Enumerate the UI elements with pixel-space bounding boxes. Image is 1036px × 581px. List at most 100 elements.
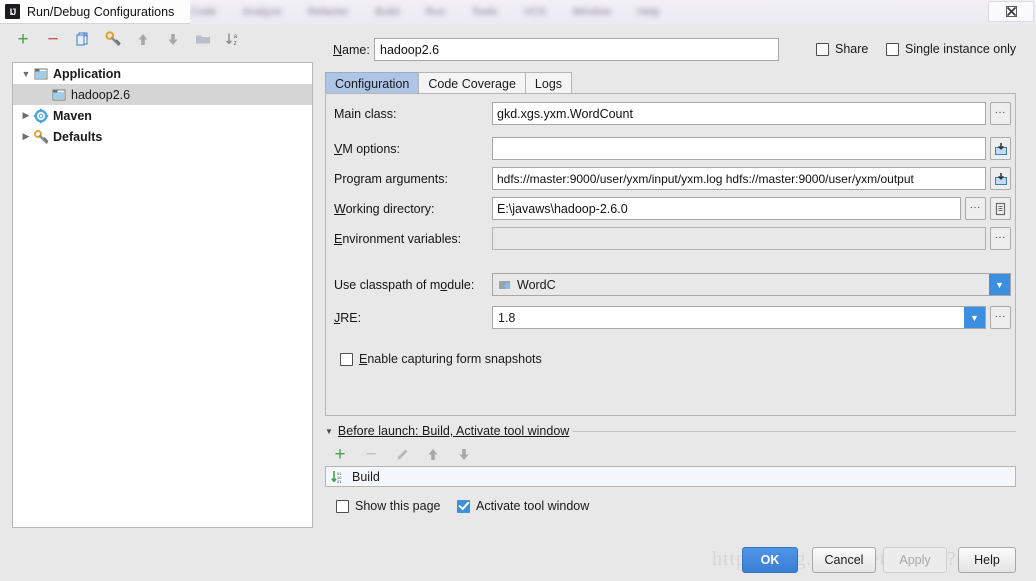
ellipsis-icon: ... xyxy=(969,200,982,211)
name-input[interactable]: hadoop2.6 xyxy=(374,38,779,61)
bg-menu-item: Help xyxy=(637,6,660,18)
ok-button-label: OK xyxy=(760,553,780,567)
show-this-page-checkbox-row[interactable]: Show this page xyxy=(336,499,440,513)
before-launch-header[interactable]: ▼ Before launch: Build, Activate tool wi… xyxy=(325,424,569,438)
jre-dropdown-arrow[interactable]: ▼ xyxy=(964,307,985,328)
classpath-module-value: WordC xyxy=(517,277,556,292)
tab-label: Logs xyxy=(534,76,563,91)
tree-node-maven[interactable]: ▶ Maven xyxy=(13,105,312,126)
move-task-up-button[interactable] xyxy=(423,444,443,464)
vm-options-expand-button[interactable] xyxy=(990,137,1011,160)
before-launch-toolbar: + − xyxy=(330,444,474,464)
main-class-value: gkd.xgs.yxm.WordCount xyxy=(497,106,633,121)
form-snapshots-checkbox-row[interactable]: Enable capturing form snapshots xyxy=(340,352,542,366)
help-button[interactable]: Help xyxy=(958,547,1016,573)
activate-tool-window-checkbox-row[interactable]: Activate tool window xyxy=(457,499,589,513)
defaults-icon xyxy=(33,129,49,145)
svg-text:01: 01 xyxy=(337,479,342,484)
program-arguments-input[interactable]: hdfs://master:9000/user/yxm/input/yxm.lo… xyxy=(492,167,986,190)
jre-browse-button[interactable]: ... xyxy=(990,306,1011,329)
expand-icon xyxy=(994,172,1007,185)
program-arguments-expand-button[interactable] xyxy=(990,167,1011,190)
bg-menu-item: Build xyxy=(375,6,400,18)
chevron-down-icon[interactable]: ▼ xyxy=(19,69,33,79)
working-directory-browse-button[interactable]: ... xyxy=(965,197,986,220)
module-icon xyxy=(498,278,512,292)
application-icon xyxy=(33,66,49,82)
show-this-page-checkbox[interactable] xyxy=(336,499,349,513)
classpath-module-dropdown-arrow[interactable]: ▼ xyxy=(989,274,1010,295)
environment-variables-label: Environment variables: xyxy=(334,232,462,246)
remove-task-button: − xyxy=(365,443,377,465)
main-class-browse-button[interactable]: ... xyxy=(990,102,1011,125)
vm-options-input[interactable] xyxy=(492,137,986,160)
before-launch-task-list[interactable]: 01 10 01 Build xyxy=(325,466,1016,487)
working-directory-macro-button[interactable] xyxy=(990,197,1011,220)
arrow-up-icon xyxy=(138,33,148,45)
application-icon xyxy=(51,87,67,103)
tree-node-label: hadoop2.6 xyxy=(71,87,131,102)
close-icon[interactable] xyxy=(988,1,1034,22)
move-down-button[interactable] xyxy=(163,29,183,49)
sort-az-icon: a z xyxy=(226,33,238,47)
wrench-icon xyxy=(105,31,121,46)
sort-alphabetically-button[interactable]: a z xyxy=(223,29,243,49)
tree-node-defaults[interactable]: ▶ Defaults xyxy=(13,126,312,147)
tree-node-label: Application xyxy=(53,66,122,81)
build-icon: 01 10 01 xyxy=(331,470,346,484)
arrow-down-icon xyxy=(168,33,178,45)
copy-configuration-button[interactable] xyxy=(73,29,93,49)
tree-node-label: Maven xyxy=(53,108,92,123)
program-arguments-value: hdfs://master:9000/user/yxm/input/yxm.lo… xyxy=(497,171,914,186)
working-directory-input[interactable]: E:\javaws\hadoop-2.6.0 xyxy=(492,197,961,220)
dialog-titlebar: IJ Run/Debug Configurations xyxy=(0,0,190,24)
share-checkbox[interactable] xyxy=(816,42,829,56)
bg-menu-item: Analyze xyxy=(242,6,282,18)
new-folder-button[interactable] xyxy=(193,29,213,49)
ellipsis-icon: ... xyxy=(994,105,1007,116)
before-launch-title: Before launch: Build, Activate tool wind… xyxy=(337,424,570,438)
svg-text:a: a xyxy=(234,33,238,40)
working-directory-label: Working directory: xyxy=(334,202,435,216)
cancel-button[interactable]: Cancel xyxy=(812,547,876,573)
tab-code-coverage[interactable]: Code Coverage xyxy=(418,72,526,94)
activate-tool-window-checkbox[interactable] xyxy=(457,499,470,513)
edit-defaults-button[interactable] xyxy=(103,29,123,49)
tab-configuration[interactable]: Configuration xyxy=(325,72,420,94)
vm-options-label: VM options: xyxy=(334,142,401,156)
form-snapshots-checkbox[interactable] xyxy=(340,352,353,366)
form-snapshots-label: Enable capturing form snapshots xyxy=(359,352,542,366)
ok-button[interactable]: OK xyxy=(742,547,798,573)
environment-variables-browse-button[interactable]: ... xyxy=(990,227,1011,250)
apply-button: Apply xyxy=(883,547,947,573)
configurations-tree[interactable]: ▼ Application hadoop2.6 ▶ Maven ▶ Defaul… xyxy=(12,62,313,528)
tree-node-hadoop26[interactable]: hadoop2.6 xyxy=(13,84,312,105)
macro-icon xyxy=(995,202,1006,215)
chevron-right-icon[interactable]: ▶ xyxy=(19,131,33,142)
jre-combo[interactable]: 1.8 ▼ xyxy=(492,306,986,329)
edit-task-button xyxy=(392,444,412,464)
chevron-down-icon[interactable]: ▼ xyxy=(325,427,333,436)
remove-configuration-button[interactable]: − xyxy=(43,29,63,49)
close-glyph xyxy=(1005,6,1017,17)
pencil-icon xyxy=(397,449,407,459)
chevron-right-icon[interactable]: ▶ xyxy=(19,110,33,121)
add-task-button[interactable]: + xyxy=(330,444,350,464)
share-label: Share xyxy=(835,42,869,56)
apply-button-label: Apply xyxy=(899,553,931,567)
share-checkbox-row[interactable]: Share xyxy=(816,42,868,56)
tree-node-application[interactable]: ▼ Application xyxy=(13,63,312,84)
maven-icon xyxy=(33,108,49,124)
tab-logs[interactable]: Logs xyxy=(524,72,573,94)
add-configuration-button[interactable]: + xyxy=(13,29,33,49)
main-class-input[interactable]: gkd.xgs.yxm.WordCount xyxy=(492,102,986,125)
single-instance-checkbox-row[interactable]: Single instance only xyxy=(886,42,1016,56)
move-task-down-button[interactable] xyxy=(454,444,474,464)
move-up-button[interactable] xyxy=(133,29,153,49)
classpath-module-combo[interactable]: WordC ▼ xyxy=(492,273,1011,296)
environment-variables-input[interactable] xyxy=(492,227,986,250)
main-class-label: Main class: xyxy=(334,107,397,121)
single-instance-checkbox[interactable] xyxy=(886,42,899,56)
copy-icon xyxy=(76,32,88,46)
configuration-tabs[interactable]: Configuration Code Coverage Logs xyxy=(325,72,573,94)
